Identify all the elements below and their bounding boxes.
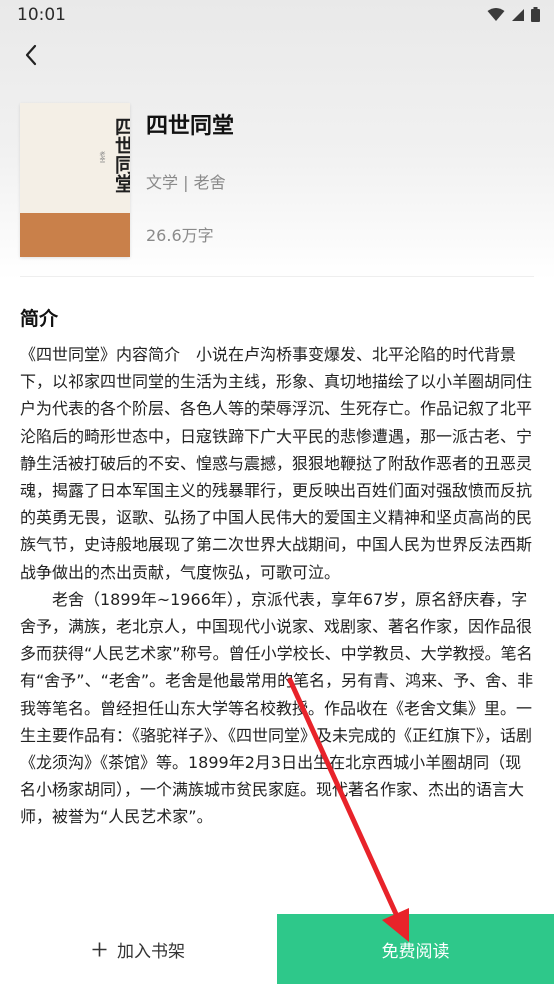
intro-heading: 简介: [20, 308, 59, 330]
intro-text: 《四世同堂》内容简介 小说在卢沟桥事变爆发、北平沦陷的时代背景下，以祁家四世同堂…: [20, 341, 536, 913]
intro-paragraph: 老舍（1899年~1966年），京派代表，享年67岁，原名舒庆春，字舍予，满族，…: [20, 589, 534, 827]
free-read-label: 免费阅读: [381, 941, 450, 962]
status-icons: [487, 7, 540, 22]
status-bar: 10:01: [0, 0, 554, 32]
chevron-left-icon: [25, 44, 37, 66]
plus-icon: [92, 942, 107, 956]
add-to-shelf-button[interactable]: 加入书架: [0, 914, 277, 984]
cover-band: [20, 213, 130, 257]
book-category-author: 文学 | 老舍: [146, 173, 226, 192]
bottom-action-bar: 加入书架 免费阅读: [0, 914, 554, 984]
free-read-button[interactable]: 免费阅读: [277, 914, 554, 984]
add-to-shelf-label: 加入书架: [117, 941, 185, 962]
book-title: 四世同堂: [146, 114, 235, 139]
signal-icon: [512, 8, 524, 21]
cover-title: 四世同堂: [112, 117, 130, 193]
book-cover[interactable]: 四世同堂 老舍: [20, 103, 130, 257]
battery-icon: [531, 7, 540, 22]
divider: [20, 276, 534, 277]
cover-author-mark: 老舍: [98, 151, 105, 163]
wifi-icon: [487, 7, 505, 21]
book-word-count: 26.6万字: [146, 226, 214, 245]
status-time: 10:01: [17, 5, 66, 25]
back-button[interactable]: [14, 38, 48, 72]
intro-paragraph: 《四世同堂》内容简介 小说在卢沟桥事变爆发、北平沦陷的时代背景下，以祁家四世同堂…: [20, 345, 533, 582]
